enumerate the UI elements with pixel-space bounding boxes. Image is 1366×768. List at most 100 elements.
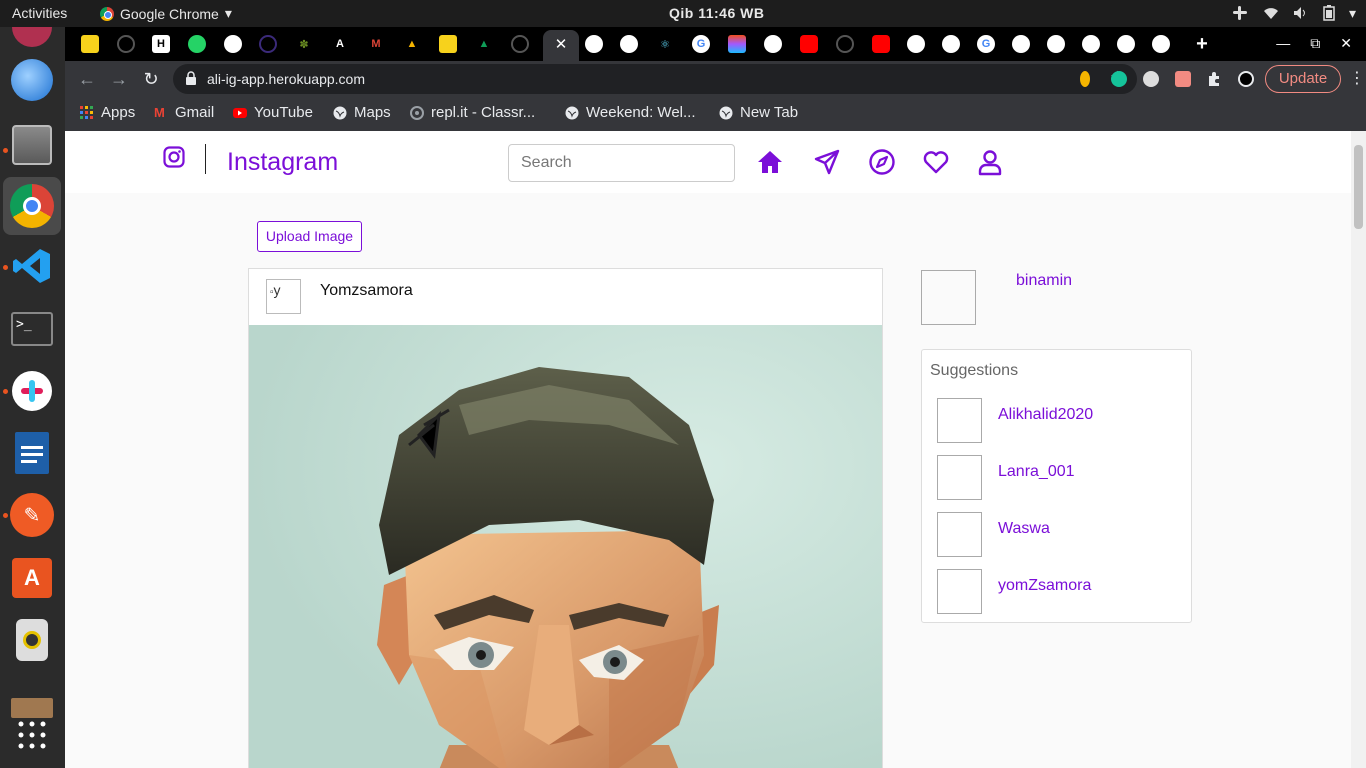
- post-image[interactable]: [249, 325, 882, 768]
- tab-github-icon[interactable]: [836, 35, 854, 53]
- tab-google-icon[interactable]: G: [692, 35, 710, 53]
- tab-app-icon[interactable]: [259, 35, 277, 53]
- post-author-avatar[interactable]: ▫y: [266, 279, 301, 314]
- tab-whatsapp-icon[interactable]: [188, 35, 206, 53]
- software-center-icon[interactable]: A: [8, 554, 56, 602]
- current-user-name[interactable]: binamin: [1016, 272, 1072, 290]
- suggestion-avatar[interactable]: [937, 512, 982, 557]
- tab-globe-icon[interactable]: [1047, 35, 1065, 53]
- minimize-icon[interactable]: —: [1276, 35, 1290, 52]
- tab-globe-icon[interactable]: [1012, 35, 1030, 53]
- tab-keep-icon[interactable]: [439, 35, 457, 53]
- tab-globe-icon[interactable]: [942, 35, 960, 53]
- reload-icon[interactable]: ↻: [140, 68, 162, 90]
- close-window-icon[interactable]: ✕: [1340, 35, 1352, 52]
- page-scrollbar[interactable]: [1351, 131, 1366, 768]
- more-menu-icon[interactable]: ⋮: [1349, 68, 1365, 88]
- suggestion-avatar[interactable]: [937, 455, 982, 500]
- search-input[interactable]: [508, 144, 735, 182]
- speaker-app-icon[interactable]: [8, 616, 56, 664]
- show-apps-icon[interactable]: [8, 711, 56, 759]
- tab-globe-icon[interactable]: [1152, 35, 1170, 53]
- extensions-puzzle-icon[interactable]: [1206, 70, 1224, 88]
- postman-icon[interactable]: ✎: [8, 491, 56, 539]
- suggestion-item[interactable]: Lanra_001: [937, 455, 1177, 501]
- heart-icon[interactable]: [922, 148, 950, 176]
- wifi-icon[interactable]: [1263, 6, 1279, 20]
- close-tab-icon[interactable]: ✕: [555, 36, 568, 53]
- tab-globe-icon[interactable]: [764, 35, 782, 53]
- tab-a-icon[interactable]: A: [331, 35, 349, 53]
- instagram-logo-icon[interactable]: [163, 146, 185, 168]
- slack-icon[interactable]: [8, 367, 56, 415]
- forward-icon[interactable]: →: [108, 68, 130, 90]
- url-text[interactable]: ali-ig-app.herokuapp.com: [207, 71, 365, 87]
- chrome-dock-icon[interactable]: [3, 177, 61, 235]
- suggestion-name[interactable]: yomZsamora: [998, 577, 1091, 595]
- address-bar[interactable]: ali-ig-app.herokuapp.com ☆: [173, 64, 1137, 94]
- bookmark-apps[interactable]: Apps: [80, 104, 135, 121]
- slack-tray-icon[interactable]: [1231, 4, 1249, 22]
- tab-globe-icon[interactable]: [224, 35, 242, 53]
- system-tray[interactable]: ▾: [1231, 4, 1356, 22]
- dock-app-icon[interactable]: [8, 13, 56, 61]
- app-menu[interactable]: Google Chrome ▾: [100, 5, 232, 22]
- bookmark-maps[interactable]: Maps: [333, 104, 391, 121]
- app-title[interactable]: Instagram: [227, 148, 338, 177]
- maximize-icon[interactable]: ⧉: [1310, 35, 1320, 52]
- tab-youtube-icon[interactable]: [872, 35, 890, 53]
- tab-google-icon[interactable]: G: [977, 35, 995, 53]
- tab-globe-icon[interactable]: [620, 35, 638, 53]
- suggestion-name[interactable]: Alikhalid2020: [998, 406, 1093, 424]
- suggestion-item[interactable]: Alikhalid2020: [937, 398, 1177, 444]
- bookmark-replit[interactable]: repl.it - Classr...: [410, 104, 535, 121]
- grammarly-icon[interactable]: [1111, 71, 1127, 87]
- system-menu-chevron-icon[interactable]: ▾: [1349, 5, 1356, 22]
- writer-icon[interactable]: [8, 429, 56, 477]
- new-tab-icon[interactable]: +: [1193, 33, 1211, 55]
- update-button[interactable]: Update: [1265, 65, 1341, 93]
- current-user-avatar[interactable]: [921, 270, 976, 325]
- tab-palm-icon[interactable]: ✽: [295, 35, 313, 53]
- screen-recorder-icon[interactable]: [1175, 71, 1191, 87]
- bookmark-gmail[interactable]: M Gmail: [154, 104, 214, 121]
- suggestion-avatar[interactable]: [937, 569, 982, 614]
- tab-globe-icon[interactable]: [585, 35, 603, 53]
- back-icon[interactable]: ←: [76, 68, 98, 90]
- home-icon[interactable]: [756, 148, 784, 176]
- bookmark-weekend[interactable]: Weekend: Wel...: [565, 104, 696, 121]
- vscode-icon[interactable]: [8, 242, 56, 290]
- profile-user-icon[interactable]: [976, 148, 1004, 176]
- suggestion-name[interactable]: Lanra_001: [998, 463, 1075, 481]
- extension-icon[interactable]: [1080, 71, 1090, 87]
- tab-github-icon[interactable]: [511, 35, 529, 53]
- tab-keep-icon[interactable]: [81, 35, 99, 53]
- tab-drive-icon[interactable]: ▲: [403, 35, 421, 53]
- battery-icon[interactable]: [1323, 5, 1335, 21]
- tab-drive-icon[interactable]: ▲: [475, 35, 493, 53]
- suggestion-item[interactable]: Waswa: [937, 512, 1177, 558]
- tab-hackerrank-icon[interactable]: H: [152, 35, 170, 53]
- explore-compass-icon[interactable]: [868, 148, 896, 176]
- extension-icon[interactable]: [1143, 71, 1159, 87]
- tab-youtube-icon[interactable]: [800, 35, 818, 53]
- tab-figma-icon[interactable]: [728, 35, 746, 53]
- bookmark-youtube[interactable]: YouTube: [233, 104, 313, 121]
- tab-react-icon[interactable]: ⚛: [656, 35, 674, 53]
- tab-globe-icon[interactable]: [1082, 35, 1100, 53]
- suggestion-item[interactable]: yomZsamora: [937, 569, 1177, 615]
- tab-gmail-icon[interactable]: M: [367, 35, 385, 53]
- bookmark-new-tab[interactable]: New Tab: [719, 104, 798, 121]
- terminal-icon[interactable]: >_: [8, 305, 56, 353]
- direct-message-icon[interactable]: [813, 148, 841, 176]
- tab-github-icon[interactable]: [117, 35, 135, 53]
- clock[interactable]: Qib 11:46 WB: [669, 5, 764, 21]
- suggestion-name[interactable]: Waswa: [998, 520, 1050, 538]
- post-author-name[interactable]: Yomzsamora: [320, 282, 413, 300]
- upload-image-button[interactable]: Upload Image: [257, 221, 362, 252]
- tab-active[interactable]: ✕: [543, 30, 579, 61]
- scrollbar-thumb[interactable]: [1354, 145, 1363, 229]
- profile-icon[interactable]: [1238, 71, 1254, 87]
- volume-icon[interactable]: [1293, 6, 1309, 20]
- files-icon[interactable]: [8, 121, 56, 169]
